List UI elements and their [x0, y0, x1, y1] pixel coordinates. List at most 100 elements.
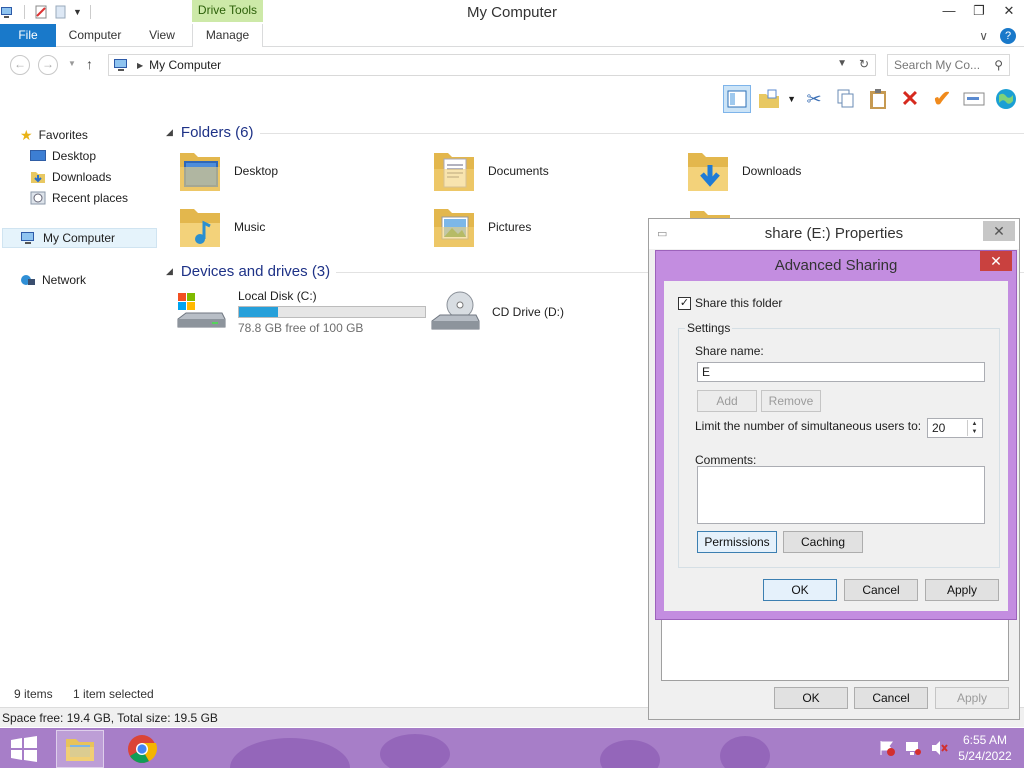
star-icon: ★ [20, 126, 33, 143]
caching-button[interactable]: Caching [783, 531, 863, 553]
sidebar-item-desktop[interactable]: Desktop [30, 146, 96, 166]
folder-tile-music[interactable]: Music [178, 203, 265, 251]
user-limit-label: Limit the number of simultaneous users t… [695, 419, 922, 433]
folder-tile-downloads[interactable]: Downloads [686, 147, 801, 195]
drive-free-space: 78.8 GB free of 100 GB [238, 321, 364, 335]
sidebar-item-recent-places[interactable]: Recent places [30, 188, 128, 208]
tab-view[interactable]: View [134, 24, 190, 47]
forward-button[interactable]: → [38, 55, 58, 75]
share-name-field[interactable]: E [697, 362, 985, 382]
paste-icon[interactable] [864, 85, 892, 113]
sidebar-item-label: Desktop [52, 149, 97, 163]
folders-group-header[interactable]: ◢ Folders (6) [166, 124, 253, 141]
folder-tile-documents[interactable]: Documents [432, 147, 549, 195]
volume-muted-icon[interactable] [930, 740, 948, 756]
taskbar-clock[interactable]: 6:55 AM 5/24/2022 [956, 732, 1014, 764]
remove-button[interactable]: Remove [761, 390, 821, 412]
close-button[interactable]: ✕ [983, 221, 1015, 241]
checkmark-icon[interactable]: ✔ [928, 85, 956, 113]
back-button[interactable]: ← [10, 55, 30, 75]
permissions-button[interactable]: Permissions [697, 531, 777, 553]
search-input[interactable]: Search My Co... ⚲ [887, 54, 1010, 76]
address-dropdown-icon[interactable]: ▼ [837, 58, 847, 69]
collapse-caret-icon[interactable]: ◢ [166, 266, 173, 277]
downloads-icon [31, 172, 45, 183]
sidebar-item-label: Network [42, 273, 87, 287]
share-folder-checkbox[interactable]: ✓ [678, 296, 691, 310]
drive-usage-fill [239, 307, 279, 317]
sidebar-item-my-computer[interactable]: My Computer [2, 228, 157, 248]
help-icon[interactable]: ? [1000, 27, 1016, 44]
properties-content-box [661, 619, 1009, 681]
cut-icon[interactable]: ✂ [800, 85, 828, 113]
desktop-folder-icon [180, 153, 220, 191]
windows-start-icon[interactable] [10, 736, 38, 762]
apply-button[interactable]: Apply [935, 687, 1009, 709]
copy-icon[interactable] [832, 85, 860, 113]
minimize-button[interactable]: — [934, 0, 964, 22]
sidebar-item-downloads[interactable]: Downloads [30, 167, 111, 187]
taskbar-chrome[interactable] [118, 730, 166, 768]
ok-button[interactable]: OK [774, 687, 848, 709]
search-icon[interactable]: ⚲ [994, 58, 1003, 72]
search-placeholder: Search My Co... [894, 58, 981, 72]
rename-icon[interactable] [960, 85, 988, 113]
collapse-caret-icon[interactable]: ◢ [166, 127, 173, 138]
cancel-button[interactable]: Cancel [854, 687, 928, 709]
close-button[interactable]: ✕ [994, 0, 1024, 22]
system-tray: 6:55 AM 5/24/2022 [878, 732, 1014, 764]
breadcrumb-chevron-icon[interactable]: ▶ [137, 61, 143, 70]
sidebar-item-network[interactable]: Network [20, 270, 86, 290]
settings-group: Settings Share name: E Add Remove Limit … [678, 321, 1000, 568]
item-count: 9 items [14, 687, 53, 701]
taskbar-file-explorer[interactable] [56, 730, 104, 768]
tab-file[interactable]: File [0, 24, 56, 47]
comments-field[interactable] [697, 466, 985, 524]
address-bar[interactable]: ▶ My Computer ▼ ↻ [108, 54, 876, 76]
folder-label: Music [234, 220, 266, 234]
tab-manage[interactable]: Manage [192, 24, 263, 47]
network-tray-icon[interactable] [904, 740, 922, 756]
up-button[interactable]: ↑ [86, 56, 93, 72]
drives-group-header[interactable]: ◢ Devices and drives (3) [166, 263, 330, 280]
wallpaper-decoration [720, 736, 770, 768]
close-button[interactable]: ✕ [980, 251, 1012, 271]
taskbar: 6:55 AM 5/24/2022 [0, 728, 1024, 768]
breadcrumb[interactable]: My Computer [149, 58, 221, 72]
preview-pane-icon[interactable] [723, 85, 752, 113]
options-dropdown-icon[interactable]: ▼ [787, 94, 796, 104]
chrome-icon [128, 735, 157, 763]
toolbar-icons: ▼ ✂ ✕ ✔ [723, 85, 1020, 113]
space-info: Space free: 19.4 GB, Total size: 19.5 GB [2, 711, 218, 725]
tab-computer[interactable]: Computer [56, 24, 134, 47]
apply-button[interactable]: Apply [925, 579, 999, 601]
documents-folder-icon [434, 153, 474, 191]
sidebar-item-label: My Computer [43, 231, 116, 245]
sidebar-item-favorites[interactable]: ★ Favorites [20, 125, 88, 145]
ok-button[interactable]: OK [763, 579, 837, 601]
drive-label: CD Drive (D:) [492, 305, 564, 319]
window-title: My Computer [466, 4, 558, 21]
recent-locations-icon[interactable]: ▼ [68, 59, 76, 68]
delete-icon[interactable]: ✕ [896, 85, 924, 113]
share-folder-checkbox-row[interactable]: ✓ Share this folder [678, 296, 782, 310]
spinner-arrows-icon[interactable]: ▲ ▼ [967, 420, 981, 436]
comments-label: Comments: [695, 453, 757, 467]
globe-icon[interactable] [992, 85, 1020, 113]
add-button[interactable]: Add [697, 390, 757, 412]
drive-info: Local Disk (C:) 78.8 GB free of 100 GB [238, 289, 426, 335]
pictures-folder-icon [434, 209, 474, 247]
refresh-icon[interactable]: ↻ [859, 57, 869, 71]
action-center-flag-icon[interactable] [878, 740, 896, 756]
expand-ribbon-icon[interactable]: ∨ [979, 29, 988, 43]
folder-tile-desktop[interactable]: Desktop [178, 147, 278, 195]
hard-drive-icon [177, 293, 226, 328]
folder-tile-pictures[interactable]: Pictures [432, 203, 531, 251]
drive-tile-d[interactable]: CD Drive (D:) [430, 289, 564, 335]
folder-options-icon[interactable] [755, 85, 783, 113]
cancel-button[interactable]: Cancel [844, 579, 918, 601]
drive-tile-c[interactable]: Local Disk (C:) 78.8 GB free of 100 GB [176, 289, 426, 335]
dialog-title: Advanced Sharing [774, 257, 898, 274]
maximize-button[interactable]: ❐ [964, 0, 994, 22]
user-limit-spinner[interactable]: 20 ▲ ▼ [927, 418, 983, 438]
